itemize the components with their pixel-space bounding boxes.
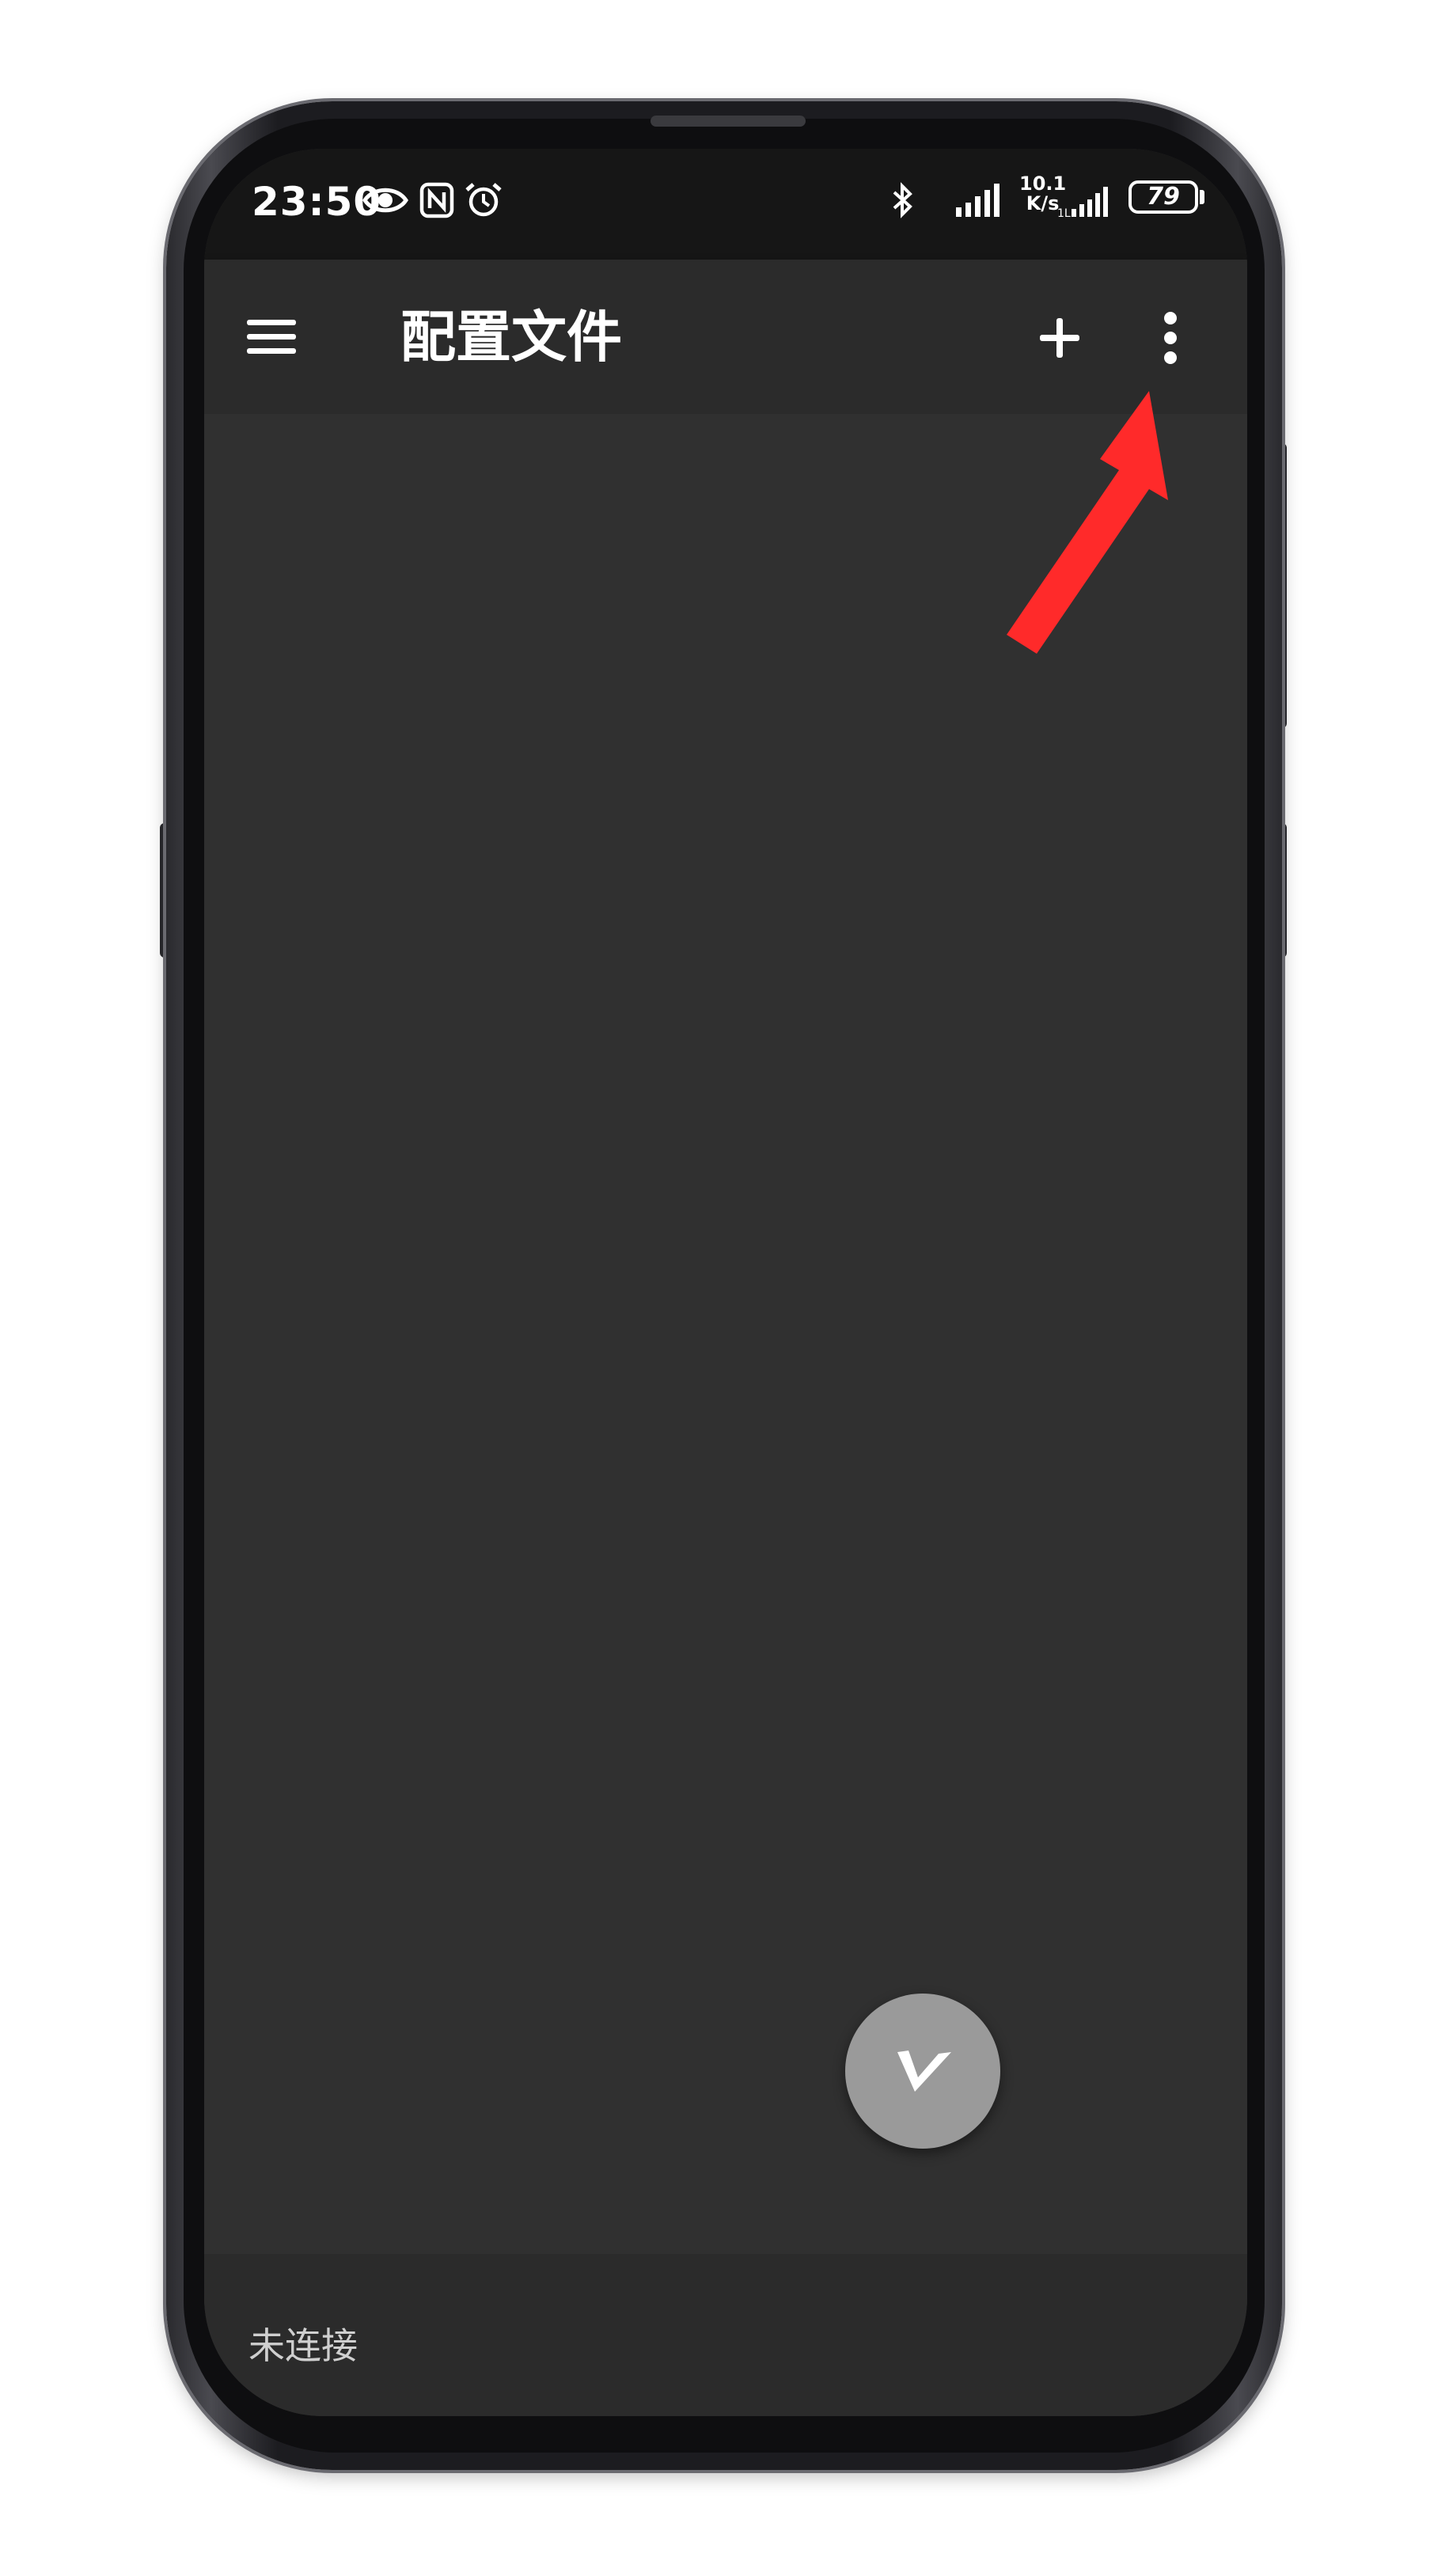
app-bar: 配置文件 — [204, 260, 1247, 414]
more-vertical-icon[interactable] — [1135, 302, 1206, 374]
v-logo-icon — [897, 2051, 951, 2092]
nfc-icon — [419, 182, 454, 218]
alarm-icon — [465, 183, 502, 217]
signal-icon-secondary: 1L — [1057, 187, 1108, 218]
plus-icon[interactable] — [1024, 302, 1095, 374]
menu-icon[interactable] — [236, 301, 307, 372]
page-title: 配置文件 — [400, 305, 622, 370]
signal-icon — [956, 184, 1000, 217]
bottom-status-bar[interactable]: 未连接 — [204, 2254, 1247, 2416]
battery-tip — [1200, 190, 1204, 204]
profile-list[interactable] — [204, 414, 1247, 2254]
svg-text:1L: 1L — [1057, 207, 1071, 218]
phone-screen: 23:50 10.1 K/s 1L 79 配置文件 未连接 — [204, 149, 1247, 2416]
status-bar: 23:50 10.1 K/s 1L 79 — [204, 149, 1247, 260]
connection-status: 未连接 — [248, 2324, 358, 2367]
connect-fab-button[interactable] — [845, 1994, 1000, 2149]
screenshot-stage: 23:50 10.1 K/s 1L 79 配置文件 未连接 — [0, 0, 1449, 2576]
eye-icon — [362, 188, 408, 213]
phone-earpiece — [651, 116, 806, 127]
battery-indicator: 79 — [1128, 180, 1198, 214]
bluetooth-icon — [893, 182, 912, 218]
